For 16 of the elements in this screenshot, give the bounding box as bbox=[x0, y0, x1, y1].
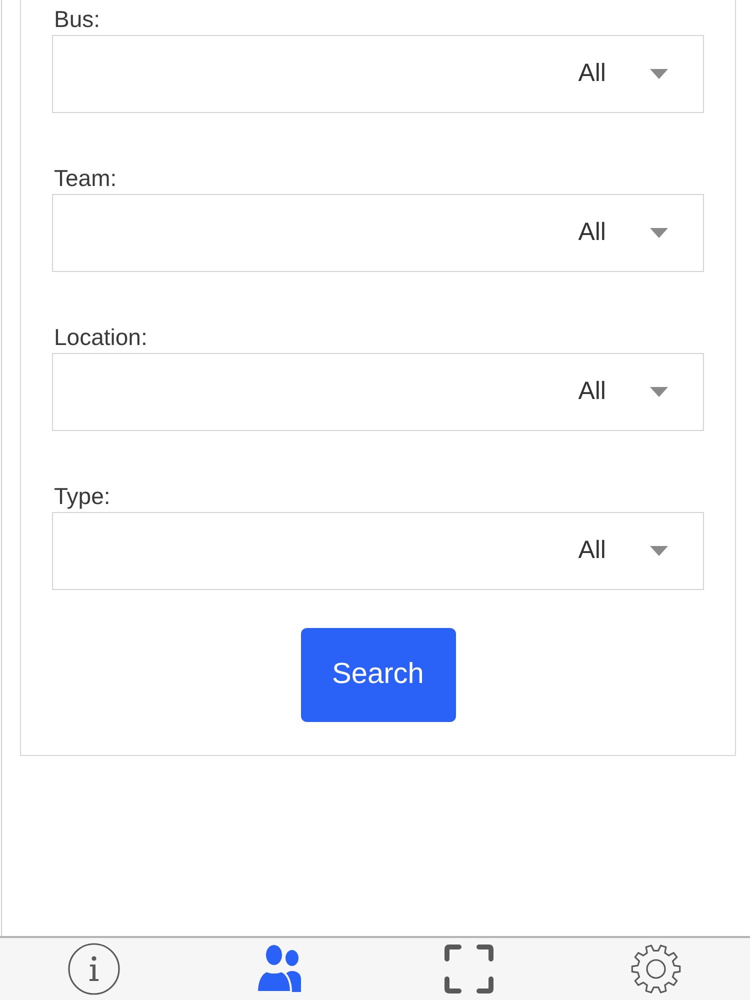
caret-icon bbox=[650, 228, 668, 238]
dropdown-field[interactable]: All bbox=[52, 512, 704, 590]
search-button[interactable]: Search bbox=[300, 628, 456, 722]
dropdown-field[interactable]: All bbox=[52, 194, 704, 272]
scan-frame-icon bbox=[442, 943, 495, 995]
dropdown-field[interactable]: All bbox=[52, 35, 704, 113]
caret-icon bbox=[650, 546, 668, 556]
field-label: Type: bbox=[53, 482, 112, 511]
field-label: Bus: bbox=[53, 5, 102, 34]
info-icon bbox=[68, 943, 120, 995]
caret-icon bbox=[650, 69, 668, 79]
settings-icon bbox=[630, 943, 682, 995]
field-label: Team: bbox=[53, 164, 118, 193]
field-label: Location: bbox=[53, 323, 148, 352]
caret-icon bbox=[650, 387, 668, 397]
dropdown-field[interactable]: All bbox=[52, 353, 704, 431]
